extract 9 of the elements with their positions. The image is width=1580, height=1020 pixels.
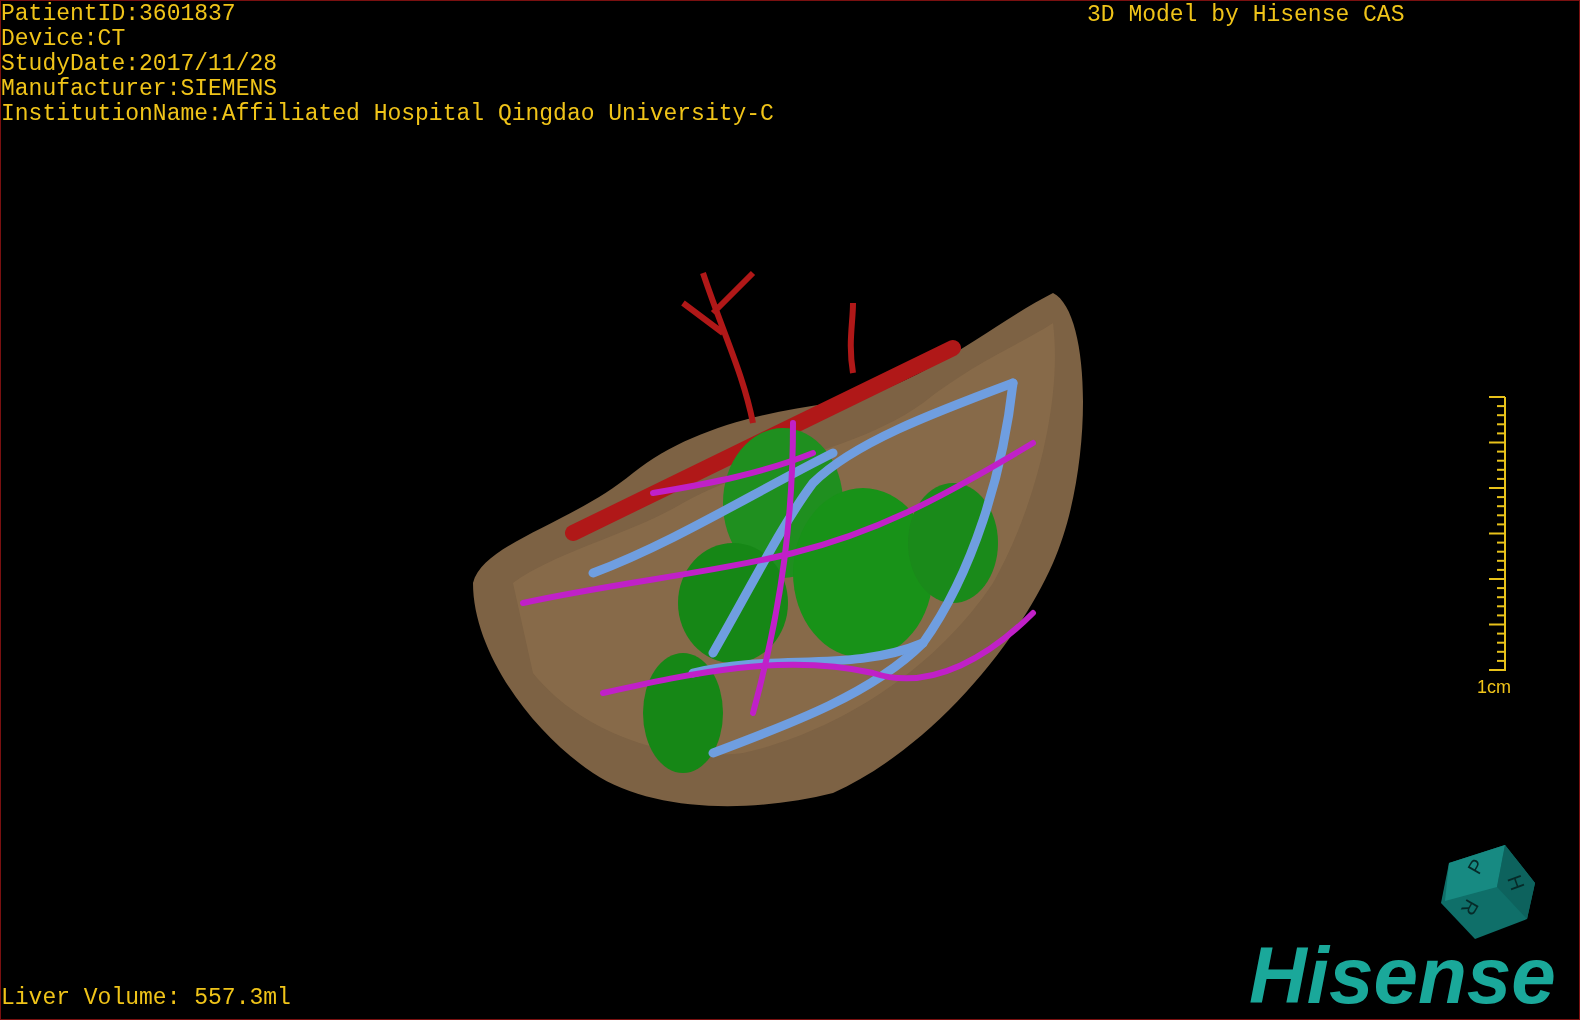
patient-info-text: Device:CT xyxy=(1,27,126,52)
patient-info-text: InstitutionName:Affiliated Hospital Qingdao University-C xyxy=(1,102,774,127)
logo-wordmark: Hisense xyxy=(1249,936,1556,1016)
patient-info-text: Manufacturer:SIEMENS xyxy=(1,77,278,102)
liver-volume-text: Liver Volume: 557.3ml xyxy=(1,986,291,1011)
patient-info-text: PatientID:3601837 xyxy=(1,2,236,27)
scale-label: 1cm xyxy=(1476,677,1511,697)
viewer-title: 3D Model by Hisense CAS xyxy=(1087,3,1405,28)
patient-info-text: StudyDate:2017/11/28 xyxy=(1,52,278,77)
